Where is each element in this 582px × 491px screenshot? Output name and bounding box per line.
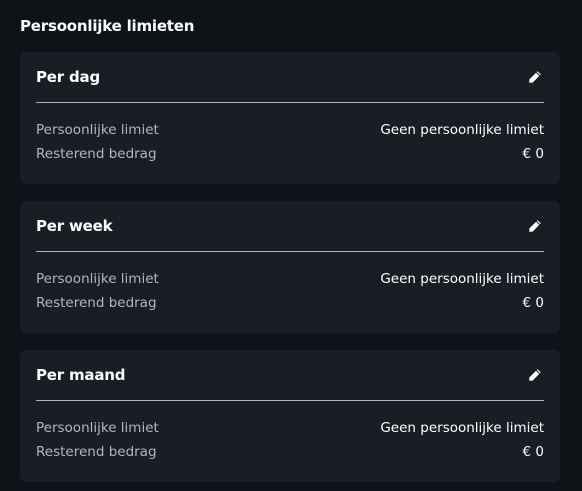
card-header: Per dag (36, 66, 544, 88)
personal-limits-page: Persoonlijke limieten Per dag Persoonlij… (0, 0, 582, 491)
row-value: Geen persoonlijke limiet (380, 420, 544, 436)
remaining-row: Resterend bedrag € 0 (36, 440, 544, 464)
edit-button[interactable] (526, 217, 544, 235)
card-header: Per week (36, 215, 544, 237)
row-label: Persoonlijke limiet (36, 420, 159, 436)
edit-button[interactable] (526, 366, 544, 384)
page-title: Persoonlijke limieten (20, 17, 195, 35)
card-title: Per dag (36, 68, 100, 86)
row-value: € 0 (522, 444, 544, 460)
row-label: Resterend bedrag (36, 444, 157, 460)
remaining-row: Resterend bedrag € 0 (36, 142, 544, 166)
limit-card-month: Per maand Persoonlijke limiet Geen perso… (20, 350, 560, 482)
limit-card-week: Per week Persoonlijke limiet Geen persoo… (20, 201, 560, 333)
limit-card-day: Per dag Persoonlijke limiet Geen persoon… (20, 52, 560, 184)
pencil-icon (529, 369, 541, 381)
row-label: Resterend bedrag (36, 295, 157, 311)
pencil-icon (529, 71, 541, 83)
row-value: € 0 (522, 146, 544, 162)
limit-row: Persoonlijke limiet Geen persoonlijke li… (36, 267, 544, 291)
pencil-icon (529, 220, 541, 232)
card-title: Per week (36, 217, 113, 235)
card-header: Per maand (36, 364, 544, 386)
row-value: € 0 (522, 295, 544, 311)
divider (36, 400, 544, 401)
remaining-row: Resterend bedrag € 0 (36, 291, 544, 315)
row-value: Geen persoonlijke limiet (380, 122, 544, 138)
row-value: Geen persoonlijke limiet (380, 271, 544, 287)
limit-row: Persoonlijke limiet Geen persoonlijke li… (36, 118, 544, 142)
row-label: Resterend bedrag (36, 146, 157, 162)
row-label: Persoonlijke limiet (36, 122, 159, 138)
row-label: Persoonlijke limiet (36, 271, 159, 287)
limit-row: Persoonlijke limiet Geen persoonlijke li… (36, 416, 544, 440)
card-title: Per maand (36, 366, 126, 384)
divider (36, 251, 544, 252)
divider (36, 102, 544, 103)
edit-button[interactable] (526, 68, 544, 86)
